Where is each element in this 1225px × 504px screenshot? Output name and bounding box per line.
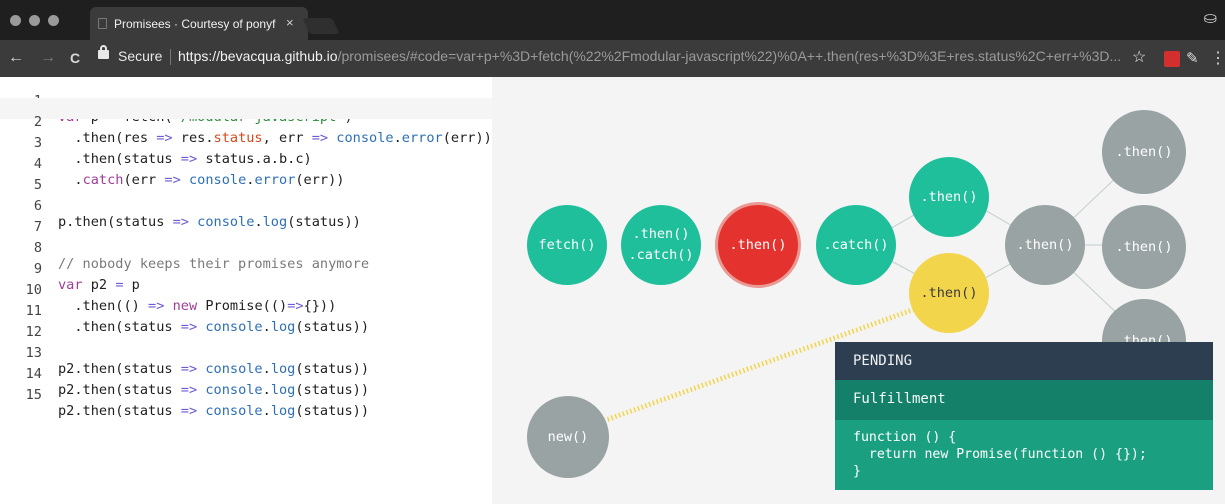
maximize-window-button[interactable] <box>48 15 59 26</box>
reload-icon[interactable]: C <box>70 50 80 66</box>
node-label: new() <box>547 428 589 445</box>
lock-icon <box>98 45 109 59</box>
code-line: 9 var p2 = p <box>0 245 492 293</box>
brush-extension-icon[interactable]: ✎ <box>1186 49 1204 67</box>
node-label: fetch() <box>538 236 596 253</box>
node-label: .then() <box>1115 238 1173 255</box>
promise-tooltip: PENDING Fulfillment function () { return… <box>835 342 1213 490</box>
promise-node-new[interactable]: new() <box>527 396 609 478</box>
promise-node-upper-then[interactable]: .then() <box>909 157 989 237</box>
node-label: .then() <box>632 226 690 242</box>
reaction-type: Fulfillment <box>835 380 1213 420</box>
browser-toolbar: ← → C Secure https://bevacqua.github.io/… <box>0 40 1225 77</box>
promise-node-pending-then[interactable]: .then() <box>909 253 989 333</box>
code-line: 14 p2.then(status => console.log(status)… <box>0 350 492 398</box>
secure-label: Secure <box>118 48 163 64</box>
promise-node-catch[interactable]: .catch() <box>816 205 896 285</box>
line-number: 15 <box>25 387 42 403</box>
promise-node-gray-then-right[interactable]: .then() <box>1102 205 1186 289</box>
code-text: p2.then(status => console.log(status)) <box>58 403 370 419</box>
code-line: 4 .catch(err => console.error(err)) <box>0 140 492 188</box>
code-line: 1 var p = fetch("/modular-javascript") <box>0 77 492 125</box>
forward-icon[interactable]: → <box>40 49 56 67</box>
code-line: 10 .then(() => new Promise(()=>{})) <box>0 266 492 314</box>
incognito-icon: ⛀ <box>1203 10 1217 27</box>
node-label: .then() <box>1016 236 1074 253</box>
url-host: https://bevacqua.github.io <box>178 48 338 64</box>
divider <box>170 49 171 65</box>
node-label: .then() <box>920 284 978 301</box>
minimize-window-button[interactable] <box>29 15 40 26</box>
close-window-button[interactable] <box>10 15 21 26</box>
url-path: /promisees/#code=var+p+%3D+fetch(%22%2Fm… <box>337 48 1122 64</box>
page-icon <box>98 18 107 29</box>
promise-node-fetch[interactable]: fetch() <box>527 205 607 285</box>
tab-title: Promisees · Courtesy of ponyf <box>114 17 276 31</box>
extension-icon[interactable] <box>1164 51 1180 67</box>
address-bar[interactable]: Secure https://bevacqua.github.io/promis… <box>92 44 1152 72</box>
close-icon[interactable]: × <box>286 15 294 30</box>
reaction-code: function () { return new Promise(functio… <box>835 420 1213 490</box>
menu-icon[interactable]: ⋮ <box>1210 48 1225 68</box>
back-icon[interactable]: ← <box>8 49 24 67</box>
promise-node-then-catch[interactable]: .then() .catch() <box>621 205 701 285</box>
promise-state: PENDING <box>835 342 1213 380</box>
promise-node-gray-then[interactable]: .then() <box>1005 205 1085 285</box>
promise-node-rejected-then[interactable]: .then() <box>718 205 798 285</box>
node-label: .then() <box>1115 143 1173 160</box>
code-line: return new Promise(function () {}); <box>853 447 1147 462</box>
browser-tab[interactable]: Promisees · Courtesy of ponyf × <box>90 7 308 40</box>
code-line: 8 // nobody keeps their promises anymore <box>0 224 492 272</box>
code-line: 12 <box>0 308 492 340</box>
code-line: 6 p.then(status => console.log(status)) <box>0 182 492 230</box>
code-line: 5 <box>0 161 492 193</box>
code-line: } <box>853 464 861 479</box>
code-line: 13 p2.then(status => console.log(status)… <box>0 329 492 377</box>
node-label: .then() <box>729 236 787 253</box>
code-line: 3 .then(status => status.a.b.c) <box>0 119 492 167</box>
url-text[interactable]: https://bevacqua.github.io/promisees/#co… <box>178 48 1121 64</box>
code-line: 2 .then(res => res.status, err => consol… <box>0 98 492 146</box>
new-tab-button[interactable] <box>302 18 340 34</box>
node-label: .catch() <box>628 247 694 263</box>
promise-node-gray-then-top[interactable]: .then() <box>1102 110 1186 194</box>
code-line: 11 .then(status => console.log(status)) <box>0 287 492 335</box>
node-label: .catch() <box>823 236 889 253</box>
bookmark-star-icon[interactable]: ☆ <box>1132 47 1146 67</box>
node-label: .then() <box>920 188 978 205</box>
code-editor[interactable]: 1 var p = fetch("/modular-javascript") 2… <box>0 77 492 504</box>
browser-tab-bar: Promisees · Courtesy of ponyf × ⛀ <box>0 0 1225 40</box>
code-line: 7 <box>0 203 492 235</box>
code-line: function () { <box>853 430 957 445</box>
code-line: 15 p2.then(status => console.log(status)… <box>0 371 492 419</box>
